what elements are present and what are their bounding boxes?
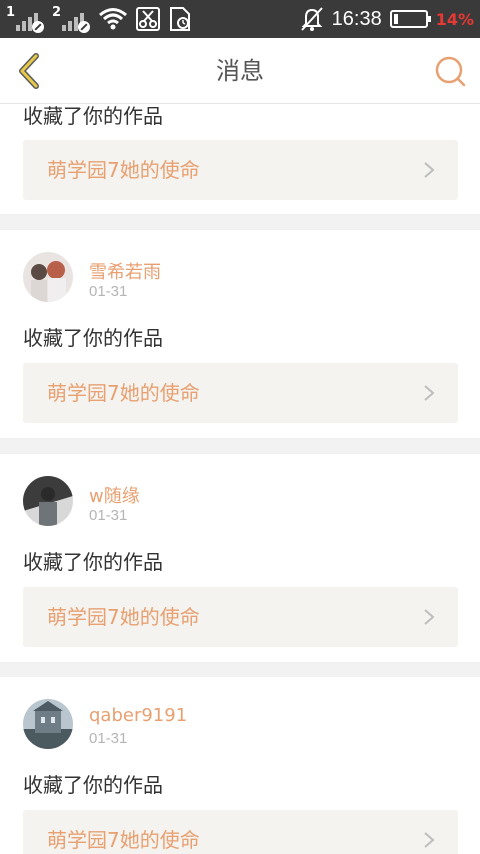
battery-icon bbox=[389, 10, 431, 28]
status-right: 16:38 14% bbox=[300, 4, 474, 34]
username[interactable]: w随缘 bbox=[89, 482, 140, 508]
chevron-right-icon bbox=[424, 609, 435, 625]
work-title: 萌学园7她的使命 bbox=[47, 381, 200, 405]
sim2-label: 2 bbox=[52, 5, 62, 20]
list-item: 收藏了你的作品 萌学园7她的使命 bbox=[0, 104, 480, 214]
date-text: 01-31 bbox=[89, 730, 128, 747]
status-bar: 1 2 16:38 14% bbox=[0, 0, 480, 38]
action-text: 收藏了你的作品 bbox=[23, 773, 163, 797]
clock-text: 16:38 bbox=[331, 7, 382, 30]
search-icon[interactable] bbox=[432, 53, 468, 89]
alarm-off-icon bbox=[300, 7, 323, 31]
chevron-right-icon bbox=[424, 832, 435, 848]
battery-fill bbox=[393, 14, 398, 24]
date-text: 01-31 bbox=[89, 283, 128, 300]
work-title: 萌学园7她的使命 bbox=[47, 158, 200, 182]
wifi-icon bbox=[99, 8, 127, 30]
scissors-icon bbox=[136, 7, 160, 31]
list-item: qaber9191 01-31 收藏了你的作品 萌学园7她的使命 bbox=[0, 677, 480, 854]
sim1-label: 1 bbox=[6, 5, 16, 20]
username[interactable]: qaber9191 bbox=[89, 705, 187, 726]
action-text: 收藏了你的作品 bbox=[23, 326, 163, 350]
chevron-right-icon bbox=[424, 162, 435, 178]
list-item: 雪希若雨 01-31 收藏了你的作品 萌学园7她的使命 bbox=[0, 230, 480, 438]
list-item: w随缘 01-31 收藏了你的作品 萌学园7她的使命 bbox=[0, 454, 480, 662]
page-title: 消息 bbox=[216, 57, 264, 85]
avatar[interactable] bbox=[23, 699, 73, 749]
work-title: 萌学园7她的使命 bbox=[47, 828, 200, 852]
username[interactable]: 雪希若雨 bbox=[89, 258, 161, 284]
chevron-right-icon bbox=[424, 385, 435, 401]
message-list[interactable]: 收藏了你的作品 萌学园7她的使命 雪希若雨 01-31 收藏了你的作品 萌学园7… bbox=[0, 104, 480, 854]
battery-percent: 14% bbox=[435, 9, 474, 29]
work-link[interactable]: 萌学园7她的使命 bbox=[23, 587, 458, 647]
action-text: 收藏了你的作品 bbox=[23, 104, 163, 128]
signal-icon: 1 bbox=[6, 5, 44, 33]
work-link[interactable]: 萌学园7她的使命 bbox=[23, 363, 458, 423]
avatar[interactable] bbox=[23, 252, 73, 302]
date-text: 01-31 bbox=[89, 507, 128, 524]
work-link[interactable]: 萌学园7她的使命 bbox=[23, 140, 458, 200]
status-left: 1 2 bbox=[6, 4, 192, 34]
sd-card-icon bbox=[170, 7, 190, 31]
action-text: 收藏了你的作品 bbox=[23, 550, 163, 574]
work-link[interactable]: 萌学园7她的使命 bbox=[23, 810, 458, 854]
signal-icon: 2 bbox=[52, 5, 90, 33]
header-bar: 消息 bbox=[0, 38, 480, 104]
work-title: 萌学园7她的使命 bbox=[47, 605, 200, 629]
avatar[interactable] bbox=[23, 476, 73, 526]
